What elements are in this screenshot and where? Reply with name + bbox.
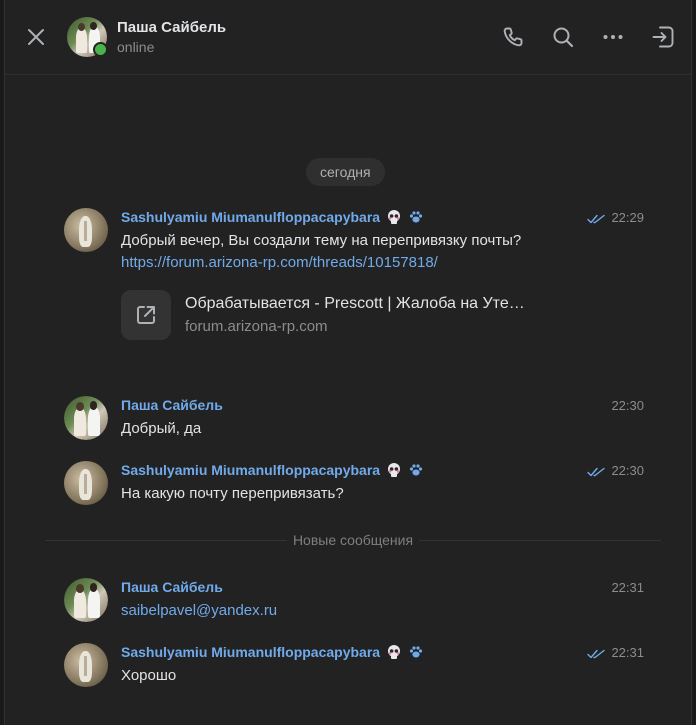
new-messages-divider: Новые сообщения	[45, 529, 661, 551]
search-button[interactable]	[550, 24, 576, 50]
close-icon	[28, 29, 44, 45]
message-author[interactable]: Sashulyamiu Miumanulfloppacapybara	[121, 644, 380, 660]
message-time-wrap: 22:30	[587, 461, 644, 479]
message-email-link[interactable]: saibelpavel@yandex.ru	[121, 600, 591, 622]
message-time-wrap: 22:31	[587, 643, 644, 661]
message-text: Добрый, да	[121, 420, 202, 437]
message-author[interactable]: Sashulyamiu Miumanulfloppacapybara	[121, 462, 380, 478]
paw-emoji-icon	[408, 462, 424, 478]
date-separator: сегодня	[306, 158, 385, 186]
contact-name[interactable]: Паша Сайбель	[117, 19, 226, 36]
double-check-icon	[587, 465, 606, 477]
exit-icon	[652, 26, 674, 48]
chat-window: Паша Сайбель online сегодня Sashulyamiu …	[4, 0, 692, 725]
skull-emoji-icon	[386, 644, 402, 660]
message-time: 22:31	[611, 579, 644, 595]
message-author[interactable]: Паша Сайбель	[121, 579, 223, 595]
message-time-wrap: 22:30	[611, 396, 644, 414]
preview-title: Обрабатывается - Prescott | Жалоба на Ут…	[185, 295, 525, 312]
phone-icon	[503, 27, 523, 47]
message-time-wrap: 22:31	[611, 578, 644, 596]
message-time: 22:29	[611, 209, 644, 225]
message-link[interactable]: https://forum.arizona-rp.com/threads/101…	[121, 252, 591, 274]
avatar[interactable]	[64, 578, 108, 622]
avatar[interactable]	[64, 396, 108, 440]
search-icon	[553, 27, 574, 48]
preview-thumbnail	[121, 290, 171, 340]
paw-emoji-icon	[408, 209, 424, 225]
message-text: Добрый вечер, Вы создали тему на перепри…	[121, 232, 522, 249]
paw-emoji-icon	[408, 644, 424, 660]
message-author[interactable]: Sashulyamiu Miumanulfloppacapybara	[121, 209, 380, 225]
message-text: Хорошо	[121, 667, 177, 684]
preview-domain: forum.arizona-rp.com	[185, 318, 328, 335]
message-time: 22:31	[611, 644, 644, 660]
avatar[interactable]	[64, 643, 108, 687]
close-button[interactable]	[23, 24, 49, 50]
link-preview[interactable]: Обрабатывается - Prescott | Жалоба на Ут…	[121, 290, 591, 340]
contact-avatar[interactable]	[67, 17, 108, 57]
new-messages-label: Новые сообщения	[286, 532, 420, 548]
skull-emoji-icon	[386, 209, 402, 225]
online-indicator	[93, 42, 108, 57]
message-author[interactable]: Паша Сайбель	[121, 397, 223, 413]
leave-button[interactable]	[650, 24, 676, 50]
message-time-wrap: 22:29	[587, 208, 644, 226]
more-icon	[603, 35, 623, 39]
chat-header: Паша Сайбель online	[5, 0, 691, 75]
double-check-icon	[587, 212, 606, 224]
message-text: На какую почту перепривязать?	[121, 485, 344, 502]
call-button[interactable]	[500, 24, 526, 50]
contact-status: online	[117, 39, 155, 55]
avatar[interactable]	[64, 208, 108, 252]
more-button[interactable]	[600, 24, 626, 50]
double-check-icon	[587, 647, 606, 659]
message-time: 22:30	[611, 397, 644, 413]
message-time: 22:30	[611, 462, 644, 478]
avatar[interactable]	[64, 461, 108, 505]
skull-emoji-icon	[386, 462, 402, 478]
external-link-icon	[137, 306, 155, 324]
